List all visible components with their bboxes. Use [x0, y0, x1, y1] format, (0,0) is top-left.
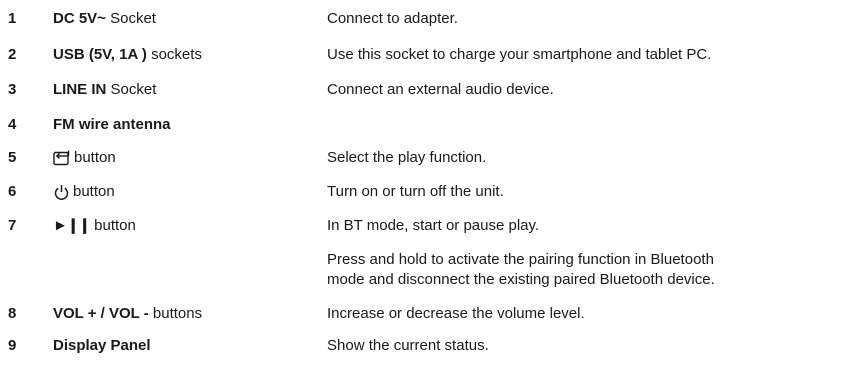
item-name-bold: DC 5V~ [53, 10, 106, 27]
item-name: FM wire antenna [53, 115, 171, 135]
item-name: button [53, 182, 115, 202]
item-name: LINE IN Socket [53, 80, 156, 100]
item-name-plain: button [89, 217, 136, 234]
item-name: VOL + / VOL - buttons [53, 304, 202, 324]
item-description: Use this socket to charge your smartphon… [327, 45, 839, 65]
item-description: Press and hold to activate the pairing f… [327, 250, 839, 290]
description-line: Increase or decrease the volume level. [327, 305, 585, 322]
description-line: Select the play function. [327, 149, 487, 166]
item-name-plain: Socket [105, 10, 156, 27]
item-name-bold: USB (5V, 1A ) [53, 46, 147, 63]
item-name-plain: buttons [148, 305, 203, 322]
item-number: 7 [8, 217, 17, 234]
power-icon [53, 184, 70, 201]
item-description: Select the play function. [327, 148, 839, 168]
description-line: Turn on or turn off the unit. [327, 183, 504, 200]
item-name: USB (5V, 1A ) sockets [53, 45, 202, 65]
description-line: mode and disconnect the existing paired … [327, 271, 715, 288]
item-description: Connect an external audio device. [327, 80, 839, 100]
item-name-bold: FM wire antenna [53, 116, 171, 133]
description-line: Use this socket to charge your smartphon… [327, 46, 712, 63]
item-name-bold: LINE IN [53, 81, 107, 98]
item-name: Display Panel [53, 336, 151, 356]
item-description: Connect to adapter. [327, 9, 839, 29]
item-number: 8 [8, 305, 17, 322]
item-name: DC 5V~ Socket [53, 9, 156, 29]
item-description: In BT mode, start or pause play. [327, 216, 839, 236]
play-pause-icon: ►❙❙ [53, 217, 91, 234]
item-name: button [53, 148, 116, 168]
item-name-plain: sockets [146, 46, 202, 63]
item-name-plain: button [74, 149, 116, 166]
item-name-plain: button [73, 183, 115, 200]
description-line: Press and hold to activate the pairing f… [327, 251, 714, 268]
item-description: Increase or decrease the volume level. [327, 304, 839, 324]
input-source-icon [53, 150, 71, 166]
description-line: Show the current status. [327, 337, 489, 354]
item-number: 5 [8, 149, 17, 166]
description-line: In BT mode, start or pause play. [327, 217, 540, 234]
item-name-bold: Display Panel [53, 337, 151, 354]
description-line: Connect an external audio device. [327, 81, 554, 98]
item-description: Turn on or turn off the unit. [327, 182, 839, 202]
item-name: ►❙❙ button [53, 216, 136, 236]
item-number: 4 [8, 116, 17, 133]
item-number: 1 [8, 10, 17, 27]
item-number: 3 [8, 81, 17, 98]
item-number: 2 [8, 46, 17, 63]
item-description: Show the current status. [327, 336, 839, 356]
item-name-bold: VOL + / VOL - [53, 305, 149, 322]
item-number: 6 [8, 183, 17, 200]
description-line: Connect to adapter. [327, 10, 458, 27]
item-name-plain: Socket [106, 81, 157, 98]
item-number: 9 [8, 337, 17, 354]
